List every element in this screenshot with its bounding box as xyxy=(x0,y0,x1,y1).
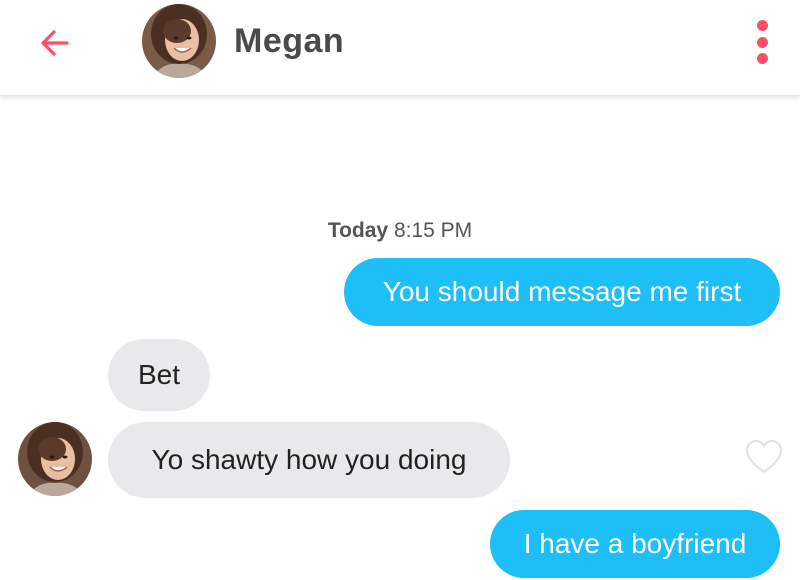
incoming-message[interactable]: Yo shawty how you doing xyxy=(108,422,510,498)
menu-dot-icon xyxy=(756,53,768,64)
back-button[interactable] xyxy=(34,22,76,64)
menu-dot-icon xyxy=(756,20,768,31)
message-text: I have a boyfriend xyxy=(523,528,747,559)
outgoing-message[interactable]: You should message me first xyxy=(344,258,780,326)
chat-header: Megan xyxy=(0,0,800,96)
like-message-button[interactable] xyxy=(744,438,784,476)
avatar-photo xyxy=(142,4,216,78)
incoming-message[interactable]: Bet xyxy=(108,339,210,411)
message-text: You should message me first xyxy=(382,276,742,307)
timestamp-day: Today xyxy=(327,219,389,242)
message-text: Yo shawty how you doing xyxy=(151,444,467,475)
contact-name[interactable]: Megan xyxy=(234,22,344,61)
more-options-button[interactable] xyxy=(748,18,776,66)
message-timestamp: Today 8:15 PM xyxy=(0,219,800,243)
message-text: Bet xyxy=(137,359,181,390)
contact-avatar[interactable] xyxy=(142,4,216,78)
sender-avatar[interactable] xyxy=(18,422,92,496)
heart-outline-icon xyxy=(745,439,783,474)
avatar-photo xyxy=(18,422,92,496)
outgoing-message[interactable]: I have a boyfriend xyxy=(490,510,780,578)
menu-dot-icon xyxy=(756,36,768,48)
timestamp-time: 8:15 PM xyxy=(393,219,473,242)
arrow-left-icon xyxy=(41,30,69,56)
